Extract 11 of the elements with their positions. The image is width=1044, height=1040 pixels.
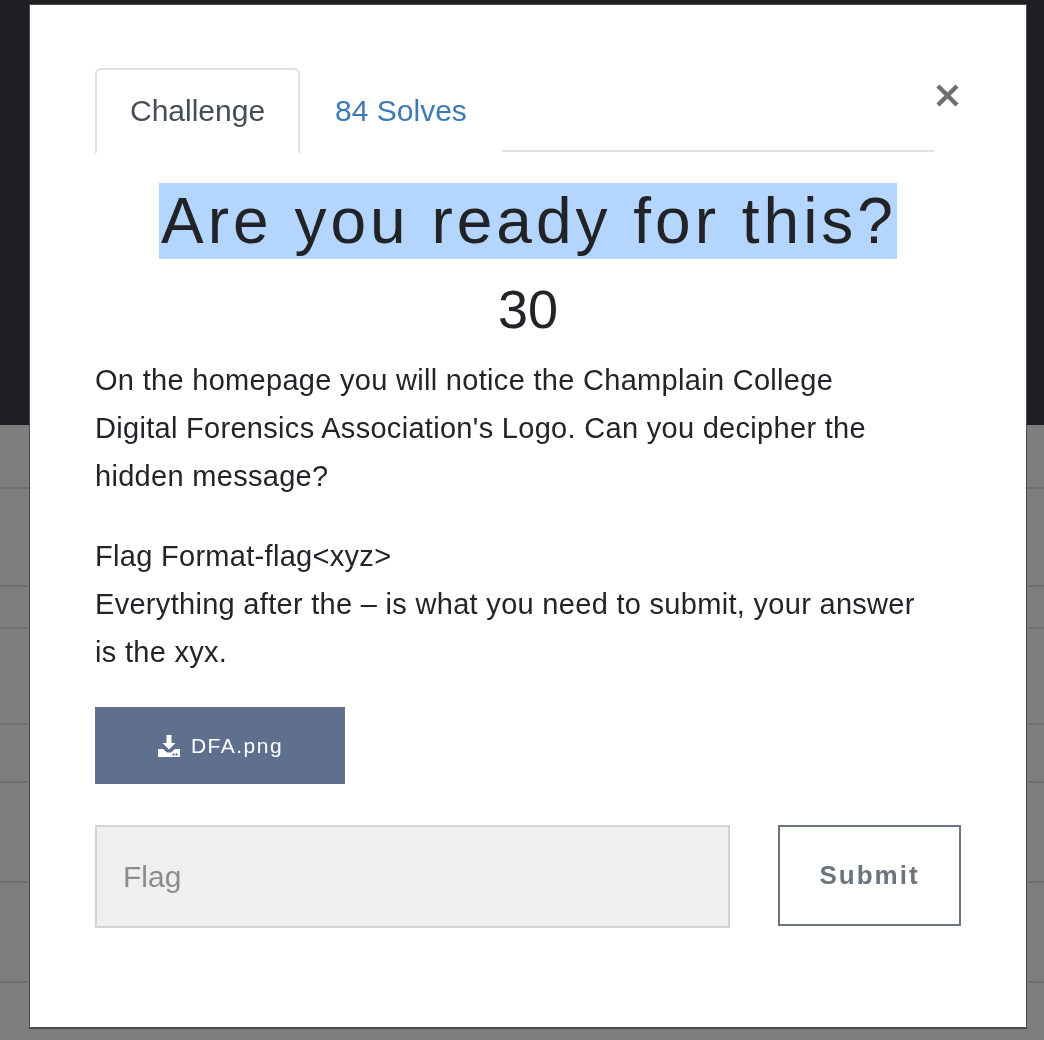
close-icon (935, 83, 960, 108)
download-icon (156, 733, 181, 758)
submit-button[interactable]: Submit (778, 825, 961, 926)
flag-input[interactable]: Flag (95, 825, 730, 928)
download-button[interactable]: DFA.png (95, 707, 345, 784)
close-button[interactable] (934, 82, 961, 109)
description-paragraph: On the homepage you will notice the Champlain College Digital Forensics Association's Logo. Can you decipher the hidden message? (95, 363, 867, 494)
description-paragraph: Flag Format-flag<xyz> Everything after the – is what you need to submit, your answer is the xyx. (95, 539, 916, 670)
tab[interactable]: Challenge (95, 68, 301, 154)
challenge-title: Are you ready for this? (159, 183, 897, 259)
points-value: 30 (496, 278, 560, 341)
